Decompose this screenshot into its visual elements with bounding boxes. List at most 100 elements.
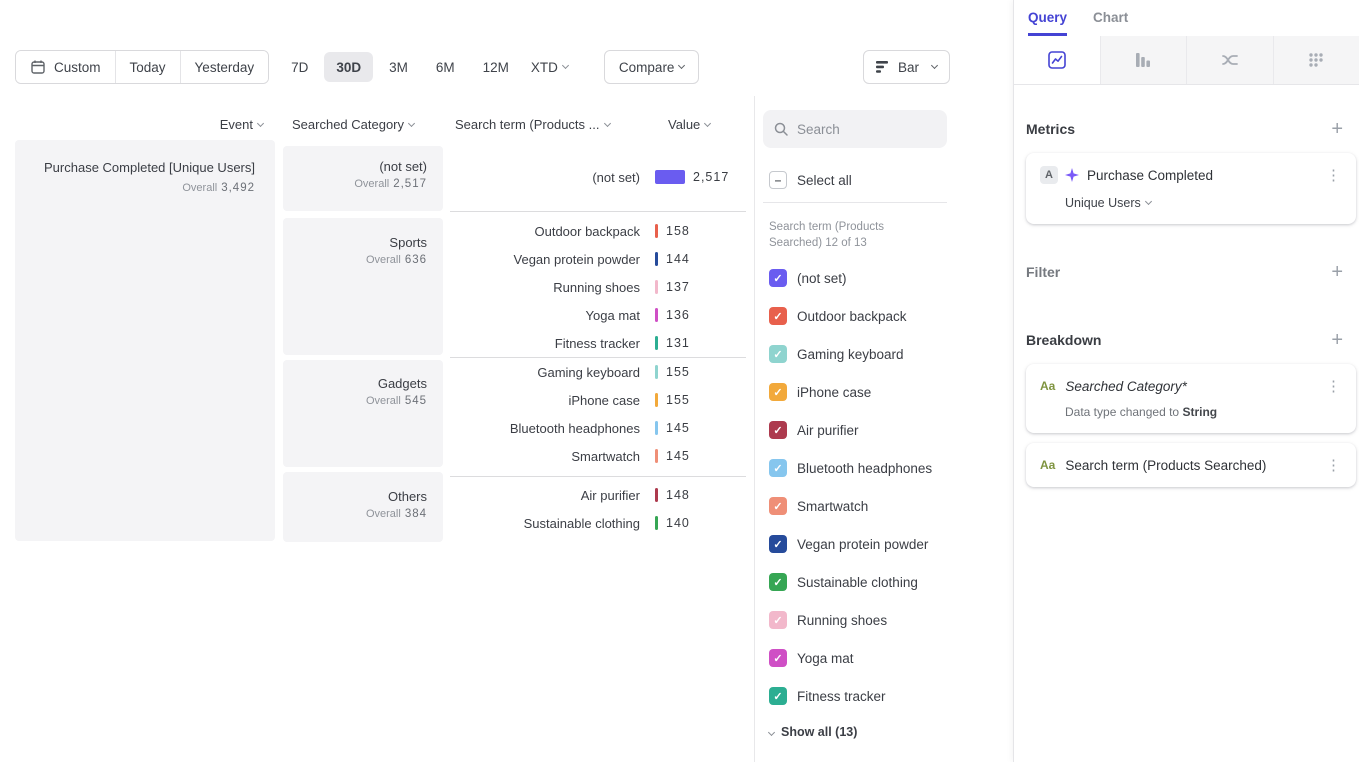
term-checkbox[interactable]: ✓ [769, 345, 787, 363]
legend-search[interactable] [763, 110, 947, 148]
value-label: 145 [666, 421, 690, 435]
term-checkbox[interactable]: ✓ [769, 687, 787, 705]
term-checkbox[interactable]: ✓ [769, 269, 787, 287]
string-type-icon: Aa [1040, 379, 1055, 393]
tab-funnels[interactable] [1100, 36, 1187, 84]
measurement-selector[interactable]: Unique Users [1065, 196, 1344, 210]
term-filter-item[interactable]: ✓Sustainable clothing [769, 563, 1013, 601]
breakdown-card[interactable]: Aa Search term (Products Searched) ⋮ [1026, 443, 1356, 487]
show-all-button[interactable]: Show all (13) [769, 725, 1013, 739]
term-row[interactable]: Bluetooth headphones145 [450, 414, 750, 442]
term-filter-item[interactable]: ✓Yoga mat [769, 639, 1013, 677]
term-filter-item[interactable]: ✓Vegan protein powder [769, 525, 1013, 563]
show-all-label: Show all (13) [781, 725, 857, 739]
term-filter-item[interactable]: ✓ Gaming keyboard [769, 335, 1013, 373]
insights-icon [1047, 50, 1067, 70]
term-row[interactable]: Air purifier148 [450, 481, 750, 509]
term-filter-label: Gaming keyboard [797, 347, 904, 362]
term-filter-item[interactable]: ✓ Smartwatch [769, 487, 1013, 525]
term-filter-item[interactable]: ✓Bluetooth headphones [769, 449, 1013, 487]
breakdown-menu-button[interactable]: ⋮ [1323, 456, 1344, 474]
event-cell[interactable]: Purchase Completed [Unique Users] Overal… [15, 140, 275, 541]
term-checkbox[interactable]: ✓ [769, 421, 787, 439]
term-row[interactable]: Yoga mat136 [450, 301, 750, 329]
metric-menu-button[interactable]: ⋮ [1323, 166, 1344, 184]
term-filter-item[interactable]: ✓Air purifier [769, 411, 1013, 449]
term-label: Smartwatch [450, 449, 640, 464]
term-filter-item[interactable]: ✓ iPhone case [769, 373, 1013, 411]
add-filter-button[interactable]: + [1327, 262, 1347, 282]
value-label: 2,517 [693, 170, 729, 184]
category-cell[interactable]: SportsOverall636 [283, 218, 443, 355]
term-checkbox[interactable]: ✓ [769, 459, 787, 477]
chart-type-button[interactable]: Bar [863, 50, 950, 84]
term-checkbox[interactable]: ✓ [769, 307, 787, 325]
add-breakdown-button[interactable]: + [1327, 330, 1347, 350]
tab-retention[interactable] [1273, 36, 1359, 84]
term-row[interactable]: (not set)2,517 [450, 163, 750, 191]
note-value: String [1182, 405, 1217, 419]
breakdown-menu-button[interactable]: ⋮ [1323, 377, 1344, 395]
term-checkbox[interactable]: ✓ [769, 649, 787, 667]
term-checkbox[interactable]: ✓ [769, 573, 787, 591]
custom-range-button[interactable]: Custom [16, 51, 115, 83]
term-filter-item[interactable]: ✓Fitness tracker [769, 677, 1013, 715]
category-cell[interactable]: (not set)Overall2,517 [283, 146, 443, 211]
retention-icon [1306, 50, 1326, 70]
add-metric-button[interactable]: + [1327, 119, 1347, 139]
select-all[interactable]: – Select all [769, 168, 1013, 192]
breakdown-card[interactable]: Aa Searched Category* ⋮ Data type change… [1026, 364, 1356, 433]
select-all-checkbox[interactable]: – [769, 171, 787, 189]
tab-insights[interactable] [1014, 36, 1100, 84]
term-row[interactable]: Fitness tracker131 [450, 329, 750, 357]
term-checkbox[interactable]: ✓ [769, 611, 787, 629]
term-checkbox[interactable]: ✓ [769, 383, 787, 401]
category-overall: Overall636 [283, 254, 427, 266]
term-filter-item[interactable]: ✓Running shoes [769, 601, 1013, 639]
search-input[interactable] [797, 122, 927, 137]
value-label: 140 [666, 516, 690, 530]
check-icon: ✓ [773, 538, 782, 551]
chart-type-label: Bar [898, 60, 919, 75]
breakdown-section-header: Breakdown + [1026, 330, 1347, 350]
term-filter-label: iPhone case [797, 385, 871, 400]
breakdown-note: Data type changed to String [1065, 405, 1344, 419]
column-header-event[interactable]: Event [15, 117, 263, 132]
term-row[interactable]: iPhone case155 [450, 386, 750, 414]
tab-chart[interactable]: Chart [1093, 10, 1128, 36]
tab-flows[interactable] [1186, 36, 1273, 84]
value-bar [655, 421, 658, 435]
term-checkbox[interactable]: ✓ [769, 497, 787, 515]
tab-query[interactable]: Query [1028, 10, 1067, 36]
date-range-group: Custom Today Yesterday [15, 50, 269, 84]
term-row[interactable]: Outdoor backpack158 [450, 217, 750, 245]
term-label: Vegan protein powder [450, 252, 640, 267]
check-icon: ✓ [773, 652, 782, 665]
term-row[interactable]: Gaming keyboard155 [450, 358, 750, 386]
row-separator [450, 357, 746, 358]
check-icon: ✓ [773, 500, 782, 513]
term-checkbox[interactable]: ✓ [769, 535, 787, 553]
preset-yesterday[interactable]: Yesterday [180, 51, 269, 83]
analytics-app: Custom Today Yesterday 7D30D3M6M12M XTD … [0, 0, 1359, 762]
preset-today[interactable]: Today [115, 51, 180, 83]
overall-value: 636 [405, 254, 427, 266]
term-row[interactable]: Running shoes137 [450, 273, 750, 301]
category-overall: Overall384 [283, 508, 427, 520]
term-filter-label: Smartwatch [797, 499, 868, 514]
category-cell[interactable]: GadgetsOverall545 [283, 360, 443, 467]
category-cell[interactable]: OthersOverall384 [283, 472, 443, 542]
term-row[interactable]: Sustainable clothing140 [450, 509, 750, 537]
term-filter-item[interactable]: ✓(not set) [769, 259, 1013, 297]
term-row[interactable]: Vegan protein powder144 [450, 245, 750, 273]
term-filter-item[interactable]: ✓ Outdoor backpack [769, 297, 1013, 335]
check-icon: ✓ [773, 614, 782, 627]
overall-value: 384 [405, 508, 427, 520]
value-label: 155 [666, 365, 690, 379]
metric-card[interactable]: A Purchase Completed ⋮ Unique Users [1026, 153, 1356, 224]
string-type-icon: Aa [1040, 458, 1055, 472]
check-icon: ✓ [773, 462, 782, 475]
term-filter-label: Outdoor backpack [797, 309, 907, 324]
value-bar [655, 280, 658, 294]
term-row[interactable]: Smartwatch145 [450, 442, 750, 470]
